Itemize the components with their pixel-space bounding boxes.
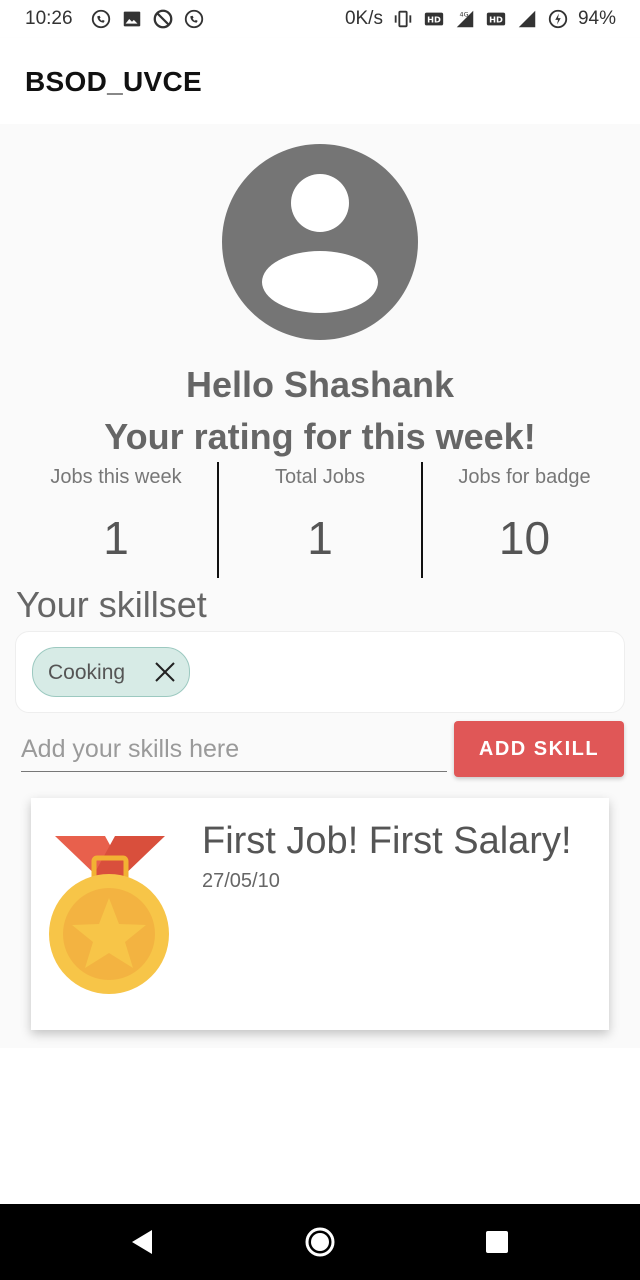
skill-chip-group: Cooking: [15, 631, 625, 713]
whatsapp-icon: [184, 9, 204, 29]
skill-input[interactable]: [21, 727, 447, 772]
stat-value: 1: [103, 512, 129, 564]
app-title: BSOD_UVCE: [25, 66, 202, 97]
greeting-text: Hello Shashank: [185, 364, 455, 405]
whatsapp-icon: [91, 9, 111, 29]
hd-icon: HD: [424, 12, 444, 26]
stat-jobs-for-badge: Jobs for badge 10: [423, 462, 626, 580]
stat-label: Jobs for badge: [458, 466, 591, 488]
screen: 10:26 0K/s HD 4G HD 94% BSOD_UVCE Hello …: [0, 0, 640, 1280]
skill-chip[interactable]: Cooking: [32, 647, 190, 697]
skill-chip-label: Cooking: [48, 661, 126, 684]
close-icon[interactable]: [153, 660, 177, 684]
account-circle-icon[interactable]: [222, 144, 418, 340]
job-stats: Jobs this week 1 Total Jobs 1 Jobs for b…: [14, 462, 626, 580]
stat-jobs-this-week: Jobs this week 1: [14, 462, 218, 580]
svg-text:4G: 4G: [459, 10, 468, 18]
signal-icon: [518, 10, 536, 28]
stat-value: 1: [307, 512, 333, 564]
svg-text:HD: HD: [427, 15, 441, 25]
skillset-heading: Your skillset: [16, 584, 207, 625]
recents-icon[interactable]: [481, 1226, 513, 1258]
badge-card[interactable]: First Job! First Salary! 27/05/10: [31, 798, 609, 1030]
app-bar: BSOD_UVCE: [0, 38, 640, 124]
vibrate-icon: [394, 10, 412, 28]
stat-label: Total Jobs: [274, 466, 366, 488]
do-not-disturb-icon: [153, 9, 173, 29]
battery-percent: 94%: [577, 8, 616, 29]
status-bar: 10:26 0K/s HD 4G HD 94%: [0, 0, 640, 38]
badge-title: First Job! First Salary!: [202, 820, 572, 862]
status-time: 10:26: [25, 8, 73, 29]
badge-date: 27/05/10: [202, 870, 280, 892]
stat-total-jobs: Total Jobs 1: [219, 462, 421, 580]
medal-icon: [49, 836, 169, 994]
hd-icon: HD: [486, 12, 506, 26]
system-indicators: 0K/s HD 4G HD 94%: [345, 8, 616, 30]
image-icon: [123, 11, 141, 27]
svg-text:HD: HD: [489, 15, 503, 25]
battery-saver-icon: [548, 9, 568, 29]
notification-icons: [90, 8, 205, 30]
home-icon[interactable]: [304, 1226, 336, 1258]
system-nav-bar: [0, 1204, 640, 1280]
stat-label: Jobs this week: [50, 466, 182, 488]
network-speed: 0K/s: [344, 8, 383, 29]
weekly-rating-heading: Your rating for this week!: [104, 416, 536, 457]
signal-4g-icon: 4G: [456, 10, 474, 28]
back-icon[interactable]: [126, 1226, 158, 1258]
profile-content: Hello Shashank Your rating for this week…: [0, 124, 640, 1048]
add-skill-button[interactable]: ADD SKILL: [454, 721, 624, 777]
stat-value: 10: [498, 512, 551, 564]
